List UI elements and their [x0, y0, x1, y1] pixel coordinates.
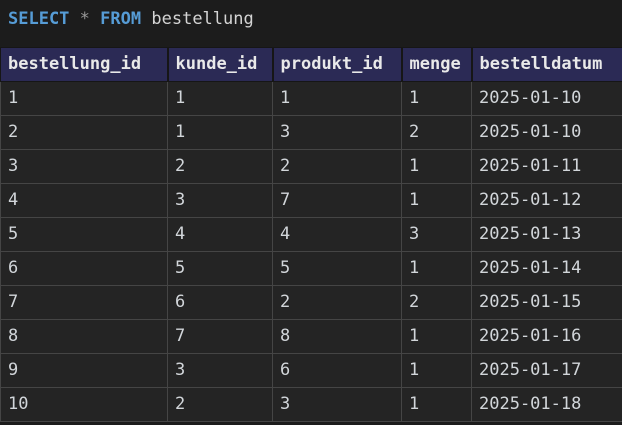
- table-row: 9 3 6 1 2025-01-17: [0, 353, 622, 388]
- table-cell: 2025-01-14: [471, 251, 622, 286]
- table-cell: 1: [167, 115, 273, 150]
- table-cell: 6: [272, 353, 402, 388]
- table-cell: 2: [167, 149, 273, 184]
- sql-keyword-select: SELECT: [8, 9, 70, 29]
- table-row: 4 3 7 1 2025-01-12: [0, 183, 622, 218]
- table-cell: 2: [272, 149, 402, 184]
- table-cell: 3: [401, 217, 472, 252]
- column-header-menge: menge: [400, 47, 473, 82]
- table-cell: 2: [0, 115, 168, 150]
- table-cell: 4: [167, 217, 273, 252]
- table-cell: 1: [401, 251, 472, 286]
- table-cell: 3: [167, 183, 273, 218]
- query-result-table: bestellung_id kunde_id produkt_id menge best…: [0, 47, 622, 422]
- table-row: 10 2 3 1 2025-01-18: [0, 387, 622, 422]
- column-header-kunde_id: kunde_id: [166, 47, 274, 82]
- table-cell: 9: [0, 353, 168, 388]
- table-cell: 5: [167, 251, 273, 286]
- table-cell: 4: [0, 183, 168, 218]
- table-cell: 8: [0, 319, 168, 354]
- table-cell: 1: [272, 81, 402, 116]
- table-cell: 2025-01-16: [471, 319, 622, 354]
- sql-table-identifier: bestellung: [151, 9, 254, 29]
- column-header-bestellung_id: bestellung_id: [0, 47, 169, 82]
- table-cell: 4: [272, 217, 402, 252]
- table-cell: 1: [167, 81, 273, 116]
- table-row: 8 7 8 1 2025-01-16: [0, 319, 622, 354]
- table-cell: 5: [272, 251, 402, 286]
- table-cell: 3: [167, 353, 273, 388]
- table-cell: 8: [272, 319, 402, 354]
- table-cell: 7: [0, 285, 168, 320]
- table-cell: 6: [167, 285, 273, 320]
- table-cell: 2025-01-13: [471, 217, 622, 252]
- table-cell: 2025-01-15: [471, 285, 622, 320]
- table-cell: 2: [401, 115, 472, 150]
- table-cell: 1: [401, 387, 472, 422]
- sql-keyword-from: FROM: [100, 9, 142, 29]
- table-header-row: bestellung_id kunde_id produkt_id menge best…: [0, 47, 622, 82]
- table-cell: 2025-01-10: [471, 81, 622, 116]
- table-cell: 3: [0, 149, 168, 184]
- table-cell: 1: [401, 353, 472, 388]
- table-cell: 5: [0, 217, 168, 252]
- table-cell: 1: [401, 149, 472, 184]
- sql-operator-star: *: [79, 9, 90, 29]
- table-cell: 1: [401, 81, 472, 116]
- table-cell: 1: [0, 81, 168, 116]
- table-cell: 2: [401, 285, 472, 320]
- table-cell: 10: [0, 387, 168, 422]
- table-cell: 7: [167, 319, 273, 354]
- table-cell: 2: [167, 387, 273, 422]
- table-row: 5 4 4 3 2025-01-13: [0, 217, 622, 252]
- table-cell: 2025-01-11: [471, 149, 622, 184]
- table-cell: 6: [0, 251, 168, 286]
- table-row: 7 6 2 2 2025-01-15: [0, 285, 622, 320]
- sql-query: SELECT * FROM bestellung: [0, 0, 622, 32]
- table-row: 6 5 5 1 2025-01-14: [0, 251, 622, 286]
- table-cell: 3: [272, 387, 402, 422]
- column-header-produkt_id: produkt_id: [271, 47, 403, 82]
- table-cell: 2025-01-18: [471, 387, 622, 422]
- table-row: 3 2 2 1 2025-01-11: [0, 149, 622, 184]
- table-cell: 2: [272, 285, 402, 320]
- table-cell: 1: [401, 319, 472, 354]
- table-cell: 3: [272, 115, 402, 150]
- column-header-bestelldatum: bestelldatum: [470, 47, 622, 82]
- table-cell: 1: [401, 183, 472, 218]
- table-cell: 2025-01-10: [471, 115, 622, 150]
- table-cell: 2025-01-17: [471, 353, 622, 388]
- table-cell: 7: [272, 183, 402, 218]
- table-cell: 2025-01-12: [471, 183, 622, 218]
- table-row: 2 1 3 2 2025-01-10: [0, 115, 622, 150]
- table-row: 1 1 1 1 2025-01-10: [0, 81, 622, 116]
